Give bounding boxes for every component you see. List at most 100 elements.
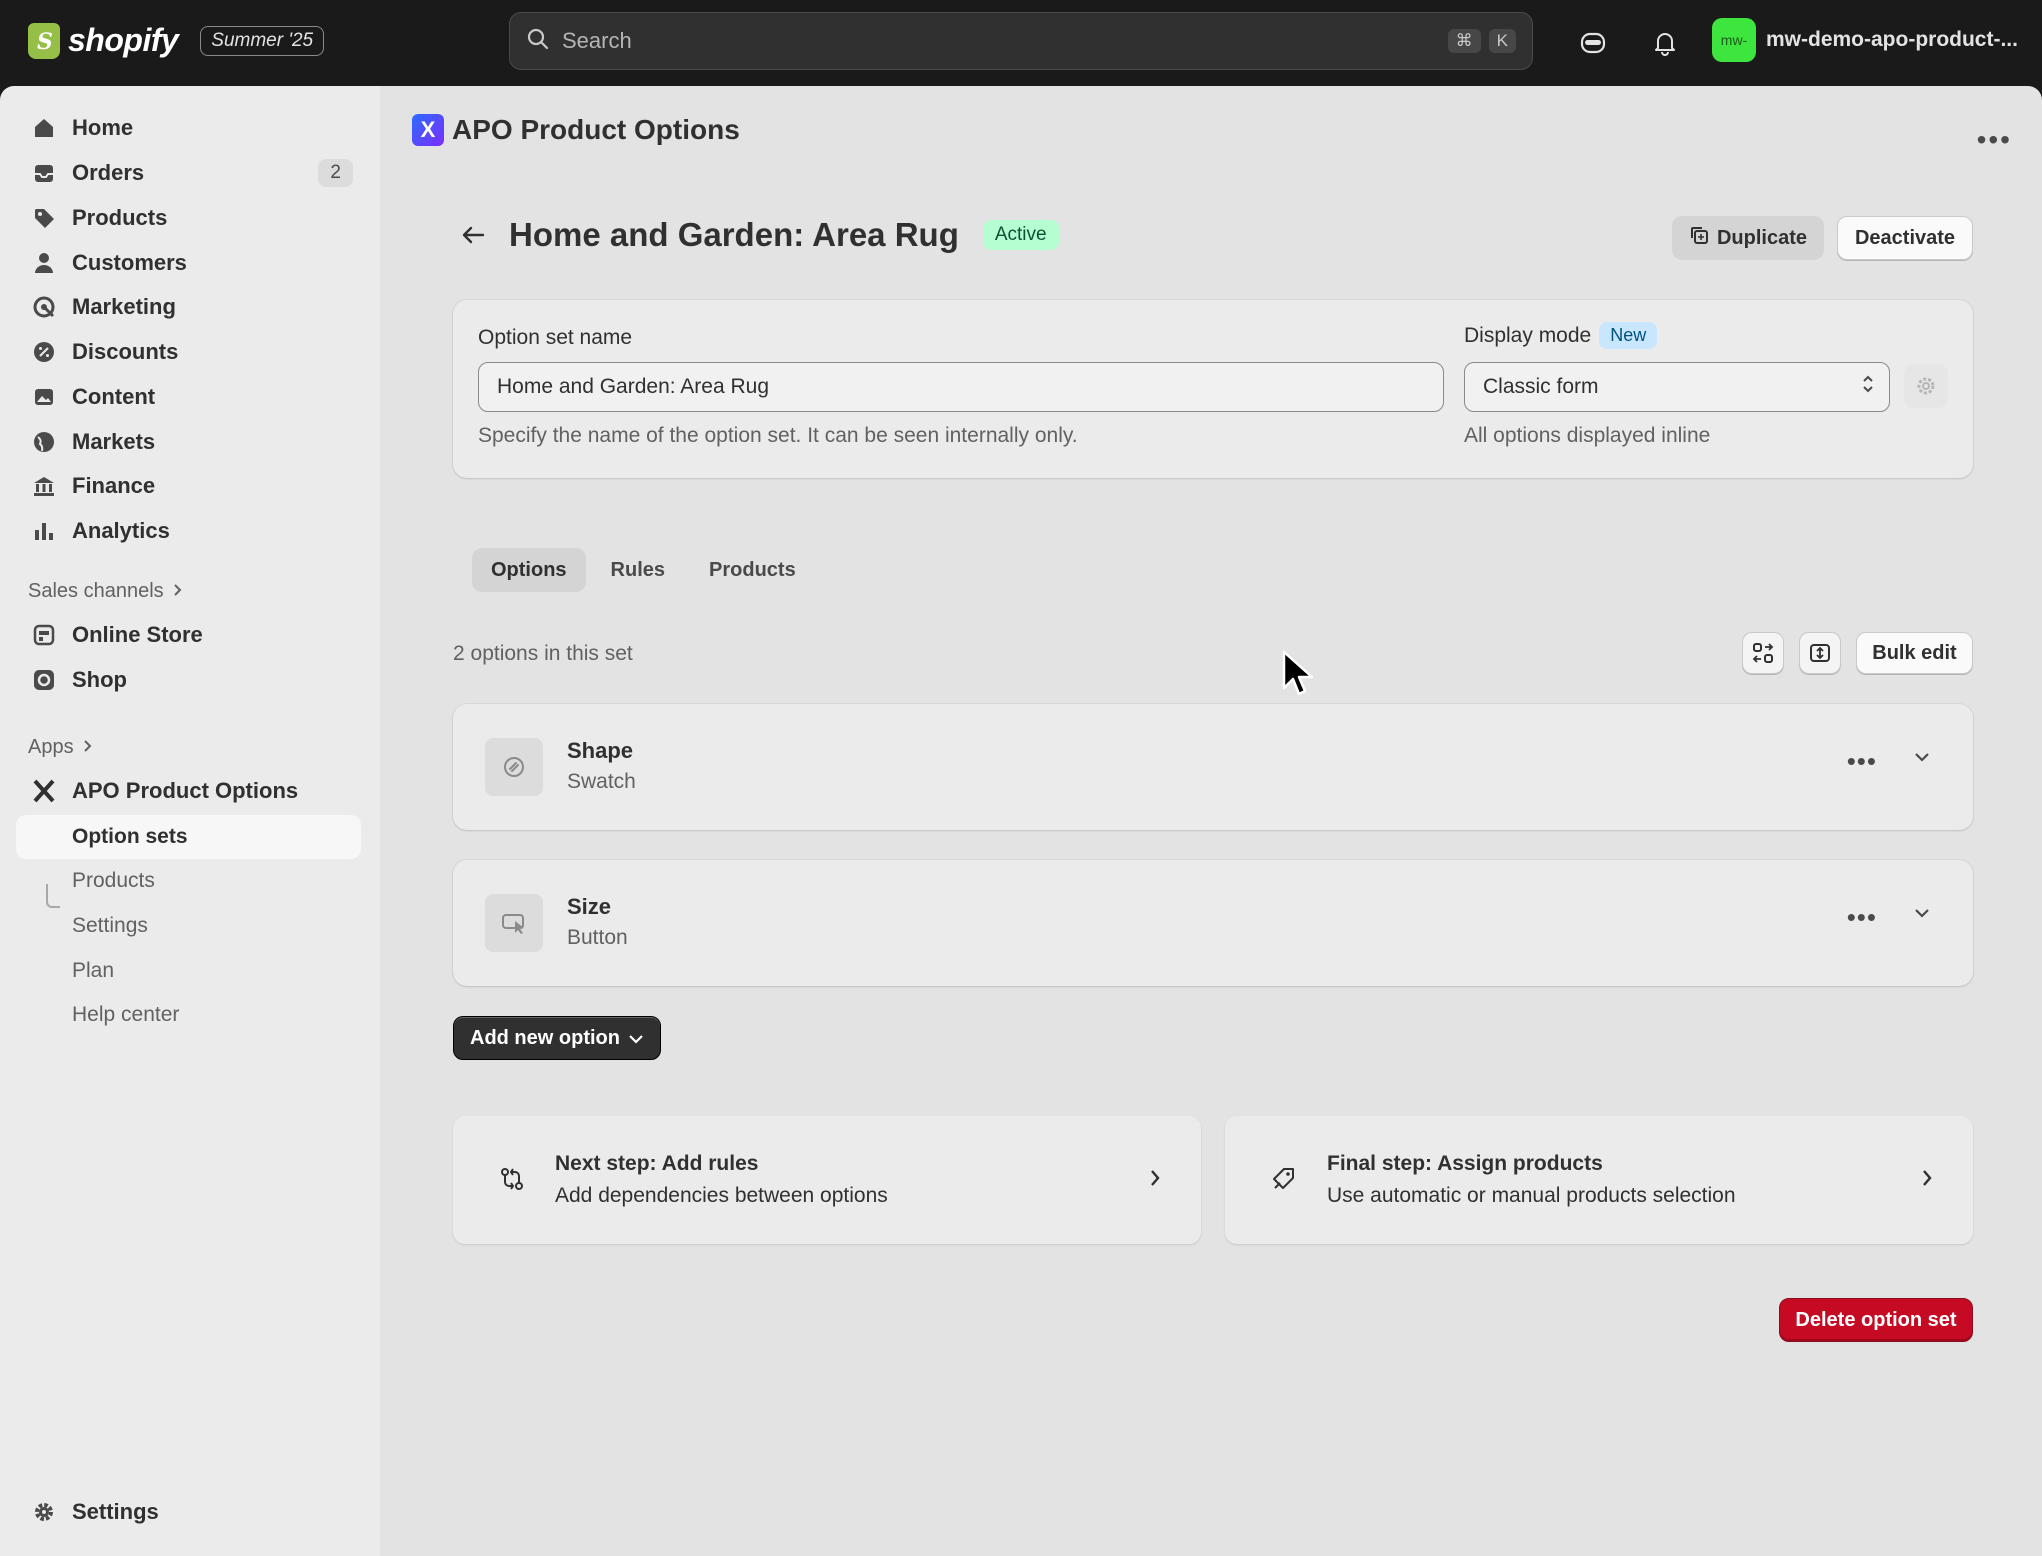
bell-icon[interactable] — [1648, 26, 1682, 60]
shop-icon — [30, 666, 58, 694]
sidebar-subitem-plan[interactable]: Plan — [16, 949, 361, 993]
sidebar-item-label: Markets — [72, 429, 156, 454]
product-tag-icon — [1271, 1166, 1297, 1197]
bank-icon — [30, 472, 58, 500]
chevron-right-icon — [1921, 1168, 1933, 1193]
rules-icon — [499, 1166, 525, 1197]
add-new-option-button[interactable]: Add new option — [453, 1016, 661, 1060]
tab-options[interactable]: Options — [472, 548, 586, 592]
chevron-down-icon[interactable] — [1913, 906, 1931, 924]
target-icon — [30, 293, 58, 321]
shopify-bag-icon — [28, 22, 60, 59]
reorder-options-icon[interactable] — [1742, 632, 1784, 674]
display-settings-gear-icon[interactable] — [1904, 364, 1948, 408]
option-set-name-input[interactable]: Home and Garden: Area Rug — [478, 362, 1444, 412]
sidebar-item-label: Orders — [72, 160, 145, 185]
apps-heading[interactable]: Apps — [28, 736, 94, 759]
discount-icon — [30, 338, 58, 366]
display-mode-select[interactable]: Classic form — [1464, 362, 1890, 412]
chevron-down-icon — [628, 1027, 644, 1050]
sidebar-item-settings[interactable]: Settings — [16, 1490, 361, 1534]
more-actions-icon[interactable]: ••• — [1977, 124, 2012, 156]
option-more-icon[interactable]: ••• — [1847, 902, 1877, 933]
store-icon — [30, 621, 58, 649]
edition-badge: Summer '25 — [200, 25, 325, 56]
bulk-edit-button[interactable]: Bulk edit — [1856, 632, 1973, 674]
gear-icon — [30, 1498, 58, 1526]
sidebar-subitem-help-center[interactable]: Help center — [16, 993, 361, 1037]
sidebar-item-label: Customers — [72, 250, 187, 275]
sidebar-item-label: Content — [72, 384, 156, 409]
swatch-icon — [485, 738, 543, 796]
sidebar-item-home[interactable]: Home — [16, 106, 361, 150]
sidekick-icon[interactable] — [1576, 26, 1610, 60]
shortcut-k-key: K — [1488, 29, 1516, 53]
option-card-shape[interactable]: Shape Swatch ••• — [453, 704, 1973, 830]
step-description: Use automatic or manual products selecti… — [1327, 1184, 1736, 1207]
sidebar-item-orders[interactable]: Orders 2 — [16, 151, 361, 195]
status-badge: Active — [982, 220, 1059, 250]
back-arrow-icon[interactable] — [455, 217, 491, 253]
store-name: mw-demo-apo-product-... — [1766, 28, 2018, 51]
sidebar-item-markets[interactable]: Markets — [16, 420, 361, 464]
apo-app-icon — [30, 777, 58, 805]
globe-icon — [30, 428, 58, 456]
chevron-right-icon — [82, 736, 94, 759]
chevron-right-icon — [172, 580, 184, 603]
sidebar-item-analytics[interactable]: Analytics — [16, 509, 361, 553]
new-badge: New — [1599, 322, 1658, 349]
final-step-assign-products-card[interactable]: Final step: Assign products Use automati… — [1225, 1116, 1973, 1244]
delete-option-set-button[interactable]: Delete option set — [1779, 1298, 1973, 1342]
app-title: APO Product Options — [452, 114, 740, 145]
sidebar-subitem-option-sets[interactable]: Option sets — [16, 815, 361, 859]
option-name: Shape — [567, 738, 634, 763]
options-count: 2 options in this set — [453, 642, 633, 665]
apps-label: Apps — [28, 736, 74, 758]
option-card-size[interactable]: Size Button ••• — [453, 860, 1973, 986]
sidebar-item-shop[interactable]: Shop — [16, 658, 361, 702]
step-title: Final step: Assign products — [1327, 1152, 1603, 1175]
sidebar-item-customers[interactable]: Customers — [16, 241, 361, 285]
chevron-right-icon — [1149, 1168, 1161, 1193]
main-content: X APO Product Options ••• Home and Garde… — [380, 86, 2042, 1556]
sidebar-subitem-products[interactable]: Products — [16, 859, 361, 903]
orders-icon — [30, 159, 58, 187]
sidebar-item-apo-app[interactable]: APO Product Options — [16, 769, 361, 813]
search-icon — [526, 27, 550, 56]
tab-products[interactable]: Products — [690, 548, 815, 592]
option-type: Button — [567, 926, 628, 949]
step-title: Next step: Add rules — [555, 1152, 759, 1175]
sidebar-item-products[interactable]: Products — [16, 196, 361, 240]
chart-icon — [30, 517, 58, 545]
orders-count-badge: 2 — [318, 159, 353, 187]
sidebar-item-discounts[interactable]: Discounts — [16, 330, 361, 374]
sidebar-item-label: Shop — [72, 667, 127, 692]
chevron-down-icon[interactable] — [1913, 750, 1931, 768]
cursor-button-icon — [485, 894, 543, 952]
page-title: Home and Garden: Area Rug — [509, 216, 959, 253]
option-type: Swatch — [567, 770, 636, 793]
duplicate-label: Duplicate — [1716, 226, 1808, 249]
sidebar-item-finance[interactable]: Finance — [16, 464, 361, 508]
sidebar-item-label: Marketing — [72, 294, 176, 319]
option-tabs: Options Rules Products — [472, 548, 815, 592]
expand-collapse-icon[interactable] — [1799, 632, 1841, 674]
deactivate-button[interactable]: Deactivate — [1837, 216, 1973, 260]
tab-rules[interactable]: Rules — [592, 548, 684, 592]
shopify-logo[interactable]: shopify Summer '25 — [28, 22, 325, 59]
sidebar-subitem-settings[interactable]: Settings — [16, 904, 361, 948]
add-new-option-label: Add new option — [470, 1026, 620, 1049]
sidebar-item-label: Home — [72, 115, 134, 140]
person-icon — [30, 249, 58, 277]
duplicate-button[interactable]: Duplicate — [1672, 216, 1824, 260]
store-menu[interactable]: mw- mw-demo-apo-product-... — [1712, 18, 2018, 62]
search-bar[interactable]: Search ⌘ K — [509, 12, 1533, 70]
sidebar-item-online-store[interactable]: Online Store — [16, 613, 361, 657]
sidebar-item-marketing[interactable]: Marketing — [16, 285, 361, 329]
option-set-name-label: Option set name — [478, 326, 633, 349]
sales-channels-heading[interactable]: Sales channels — [28, 580, 184, 603]
next-step-add-rules-card[interactable]: Next step: Add rules Add dependencies be… — [453, 1116, 1201, 1244]
sidebar-item-content[interactable]: Content — [16, 375, 361, 419]
step-description: Add dependencies between options — [555, 1184, 888, 1207]
option-more-icon[interactable]: ••• — [1847, 746, 1877, 777]
